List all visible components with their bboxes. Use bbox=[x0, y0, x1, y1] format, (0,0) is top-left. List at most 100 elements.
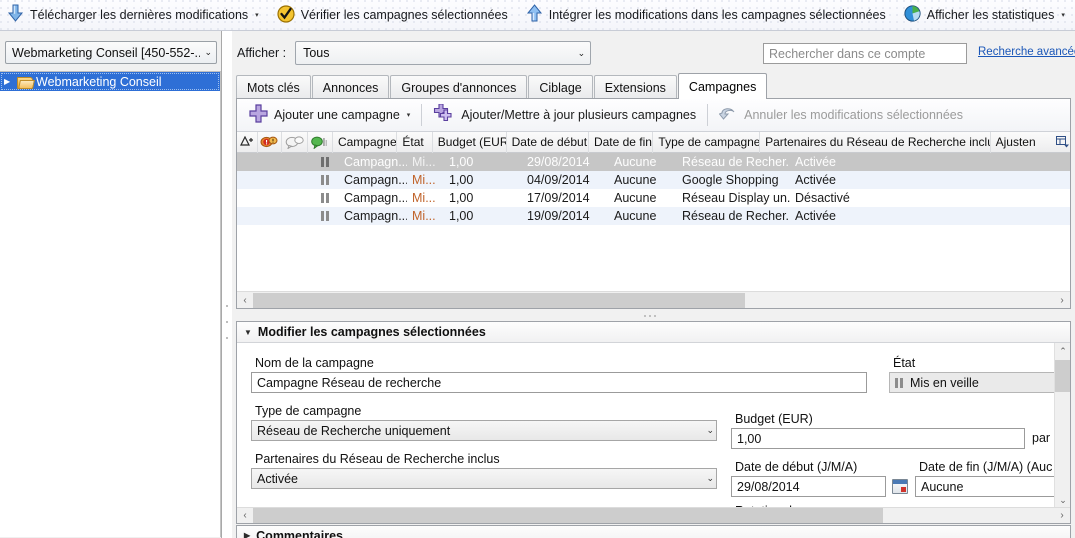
row-type: Google Shopping bbox=[682, 173, 779, 187]
end-date-input[interactable]: Aucune bbox=[915, 476, 1060, 497]
edit-panel-horizontal-scrollbar[interactable]: ‹ › bbox=[237, 507, 1070, 523]
tab-extensions[interactable]: Extensions bbox=[593, 75, 677, 99]
bulk-update-campaigns-button[interactable]: Ajouter/Mettre à jour plusieurs campagne… bbox=[425, 100, 704, 131]
chevron-down-icon: ⌄ bbox=[577, 47, 586, 58]
row-type: Réseau Display un... bbox=[682, 191, 790, 205]
tab-ciblage[interactable]: Ciblage bbox=[528, 75, 593, 99]
row-delta-cell bbox=[237, 207, 259, 225]
grid-header-partenaires[interactable]: Partenaires du Réseau de Recherche inclu… bbox=[760, 131, 991, 153]
grid-header-etat[interactable]: État bbox=[397, 131, 433, 153]
filter-select-value: Tous bbox=[303, 46, 330, 60]
grid-hscroll-thumb[interactable] bbox=[253, 292, 745, 308]
row-partenaires: Activée bbox=[795, 209, 836, 223]
campaign-type-select[interactable]: Réseau de Recherche uniquement ⌄ bbox=[251, 420, 717, 441]
grid-header: Campagne État Budget (EUR) Date de début… bbox=[237, 131, 1070, 153]
grid-header-ajustement[interactable]: Ajusten bbox=[991, 132, 1054, 153]
scroll-up-icon[interactable]: ⌃ bbox=[1055, 343, 1070, 359]
scroll-down-icon[interactable]: ⌄ bbox=[1055, 492, 1070, 508]
table-row[interactable]: Campagn... Mi... 1,00 19/09/2014 Aucune … bbox=[237, 207, 1070, 225]
grid-header-stats[interactable] bbox=[308, 131, 333, 153]
table-row[interactable]: Campagn... Mi... 1,00 29/08/2014 Aucune … bbox=[237, 153, 1070, 171]
filter-select[interactable]: Tous ⌄ bbox=[295, 41, 592, 65]
campaign-name-input[interactable]: Campagne Réseau de recherche bbox=[251, 372, 867, 393]
grid-horizontal-scrollbar[interactable]: ‹ › bbox=[237, 291, 1070, 308]
action-divider bbox=[421, 104, 423, 126]
row-etat: Mi... bbox=[412, 191, 436, 205]
edit-panel-header[interactable]: ▼ Modifier les campagnes sélectionnées bbox=[237, 322, 1070, 343]
row-status-icon-cell bbox=[312, 189, 339, 207]
add-campaign-label: Ajouter une campagne bbox=[274, 108, 400, 122]
grid-header-type[interactable]: Type de campagne bbox=[653, 131, 761, 153]
advanced-search-link[interactable]: Recherche avancée bbox=[978, 46, 1075, 58]
download-dropdown-caret[interactable]: ▾ bbox=[255, 12, 259, 19]
search-input-wrapper[interactable]: Rechercher dans ce compte bbox=[763, 43, 967, 64]
campaign-type-value: Réseau de Recherche uniquement bbox=[257, 423, 451, 438]
collapse-triangle-icon[interactable]: ▼ bbox=[244, 328, 252, 337]
start-date-label: Date de début (J/M/A) bbox=[735, 460, 858, 474]
row-budget: 1,00 bbox=[449, 209, 474, 223]
expand-triangle-icon[interactable]: ▶ bbox=[244, 531, 250, 538]
row-date-fin: Aucune bbox=[614, 173, 657, 187]
table-row[interactable]: Campagn... Mi... 1,00 17/09/2014 Aucune … bbox=[237, 189, 1070, 207]
vertical-splitter-handle[interactable] bbox=[224, 305, 230, 339]
expand-arrow-icon[interactable]: ▶ bbox=[4, 77, 13, 86]
edit-hscroll-track[interactable] bbox=[253, 508, 1054, 523]
end-date-label: Date de fin (J/M/A) (Auc bbox=[919, 460, 1053, 474]
search-partners-select[interactable]: Activée ⌄ bbox=[251, 468, 717, 489]
statistics-dropdown-caret[interactable]: ▾ bbox=[1061, 12, 1065, 19]
view-statistics-button[interactable]: Afficher les statistiques ▾ bbox=[897, 1, 1072, 30]
undo-changes-button[interactable]: Annuler les modifications sélectionnées bbox=[711, 100, 971, 131]
row-error-cell bbox=[259, 171, 285, 189]
calendar-icon[interactable] bbox=[892, 479, 908, 494]
scroll-right-icon[interactable]: › bbox=[1054, 292, 1070, 308]
edit-selected-campaigns-panel: ▼ Modifier les campagnes sélectionnées N… bbox=[236, 321, 1071, 524]
tab-groupes-annonces[interactable]: Groupes d'annonces bbox=[390, 75, 528, 99]
undo-arrow-icon bbox=[718, 105, 738, 125]
row-delta-cell bbox=[237, 171, 259, 189]
row-date-fin: Aucune bbox=[614, 155, 657, 169]
plus-icon bbox=[249, 104, 268, 126]
edit-hscroll-thumb[interactable] bbox=[253, 508, 883, 523]
grid-hscroll-track[interactable] bbox=[253, 292, 1054, 308]
grid-header-errors[interactable] bbox=[258, 131, 283, 153]
edit-panel-vertical-scrollbar[interactable]: ⌃ ⌄ bbox=[1054, 343, 1070, 508]
download-latest-changes-button[interactable]: Télécharger les dernières modifications … bbox=[0, 1, 266, 30]
add-campaign-caret[interactable]: ▾ bbox=[407, 112, 411, 119]
table-row[interactable]: Campagn... Mi... 1,00 04/09/2014 Aucune … bbox=[237, 171, 1070, 189]
state-value: Mis en veille bbox=[910, 375, 979, 390]
tree-item-webmarketing-conseil[interactable]: ▶ Webmarketing Conseil bbox=[0, 72, 220, 91]
row-status-icon-cell bbox=[312, 171, 339, 189]
start-date-input[interactable]: 29/08/2014 bbox=[731, 476, 886, 497]
scroll-left-icon[interactable]: ‹ bbox=[237, 292, 253, 308]
grid-header-delta[interactable] bbox=[237, 131, 258, 153]
section-commentaires[interactable]: ▶ Commentaires bbox=[236, 525, 1071, 538]
grid-header-comments[interactable] bbox=[282, 131, 308, 153]
scroll-left-icon[interactable]: ‹ bbox=[237, 508, 253, 524]
grid-header-date-debut[interactable]: Date de début bbox=[507, 131, 589, 153]
grid-header-campagne[interactable]: Campagne bbox=[333, 131, 398, 153]
budget-input[interactable]: 1,00 bbox=[731, 428, 1025, 449]
tab-mots-cles[interactable]: Mots clés bbox=[236, 75, 311, 99]
check-selected-campaigns-button[interactable]: Vérifier les campagnes sélectionnées bbox=[270, 1, 515, 30]
check-circle-icon bbox=[277, 4, 295, 26]
row-budget: 1,00 bbox=[449, 155, 474, 169]
grid-header-budget[interactable]: Budget (EUR) bbox=[433, 131, 507, 153]
tab-annonces[interactable]: Annonces bbox=[311, 75, 390, 99]
row-error-cell bbox=[259, 153, 285, 171]
tab-campagnes[interactable]: Campagnes bbox=[677, 73, 768, 99]
column-chooser-icon[interactable] bbox=[1054, 132, 1070, 153]
row-etat: Mi... bbox=[412, 173, 436, 187]
campaign-type-label: Type de campagne bbox=[255, 404, 362, 418]
add-campaign-button[interactable]: Ajouter une campagne ▾ bbox=[241, 100, 418, 131]
scroll-right-icon[interactable]: › bbox=[1054, 508, 1070, 524]
error-bubble-icon bbox=[260, 136, 278, 147]
tab-label: Mots clés bbox=[247, 80, 300, 95]
state-field[interactable]: Mis en veille bbox=[889, 372, 1059, 393]
edit-vscroll-thumb[interactable] bbox=[1055, 360, 1070, 392]
row-date-debut: 19/09/2014 bbox=[527, 209, 590, 223]
account-select[interactable]: Webmarketing Conseil [450-552-... ⌄ bbox=[5, 41, 217, 64]
post-changes-button[interactable]: Intégrer les modifications dans les camp… bbox=[519, 1, 893, 30]
action-divider bbox=[707, 104, 709, 126]
grid-header-date-fin[interactable]: Date de fin bbox=[589, 131, 654, 153]
horizontal-splitter-handle[interactable] bbox=[232, 311, 1067, 320]
